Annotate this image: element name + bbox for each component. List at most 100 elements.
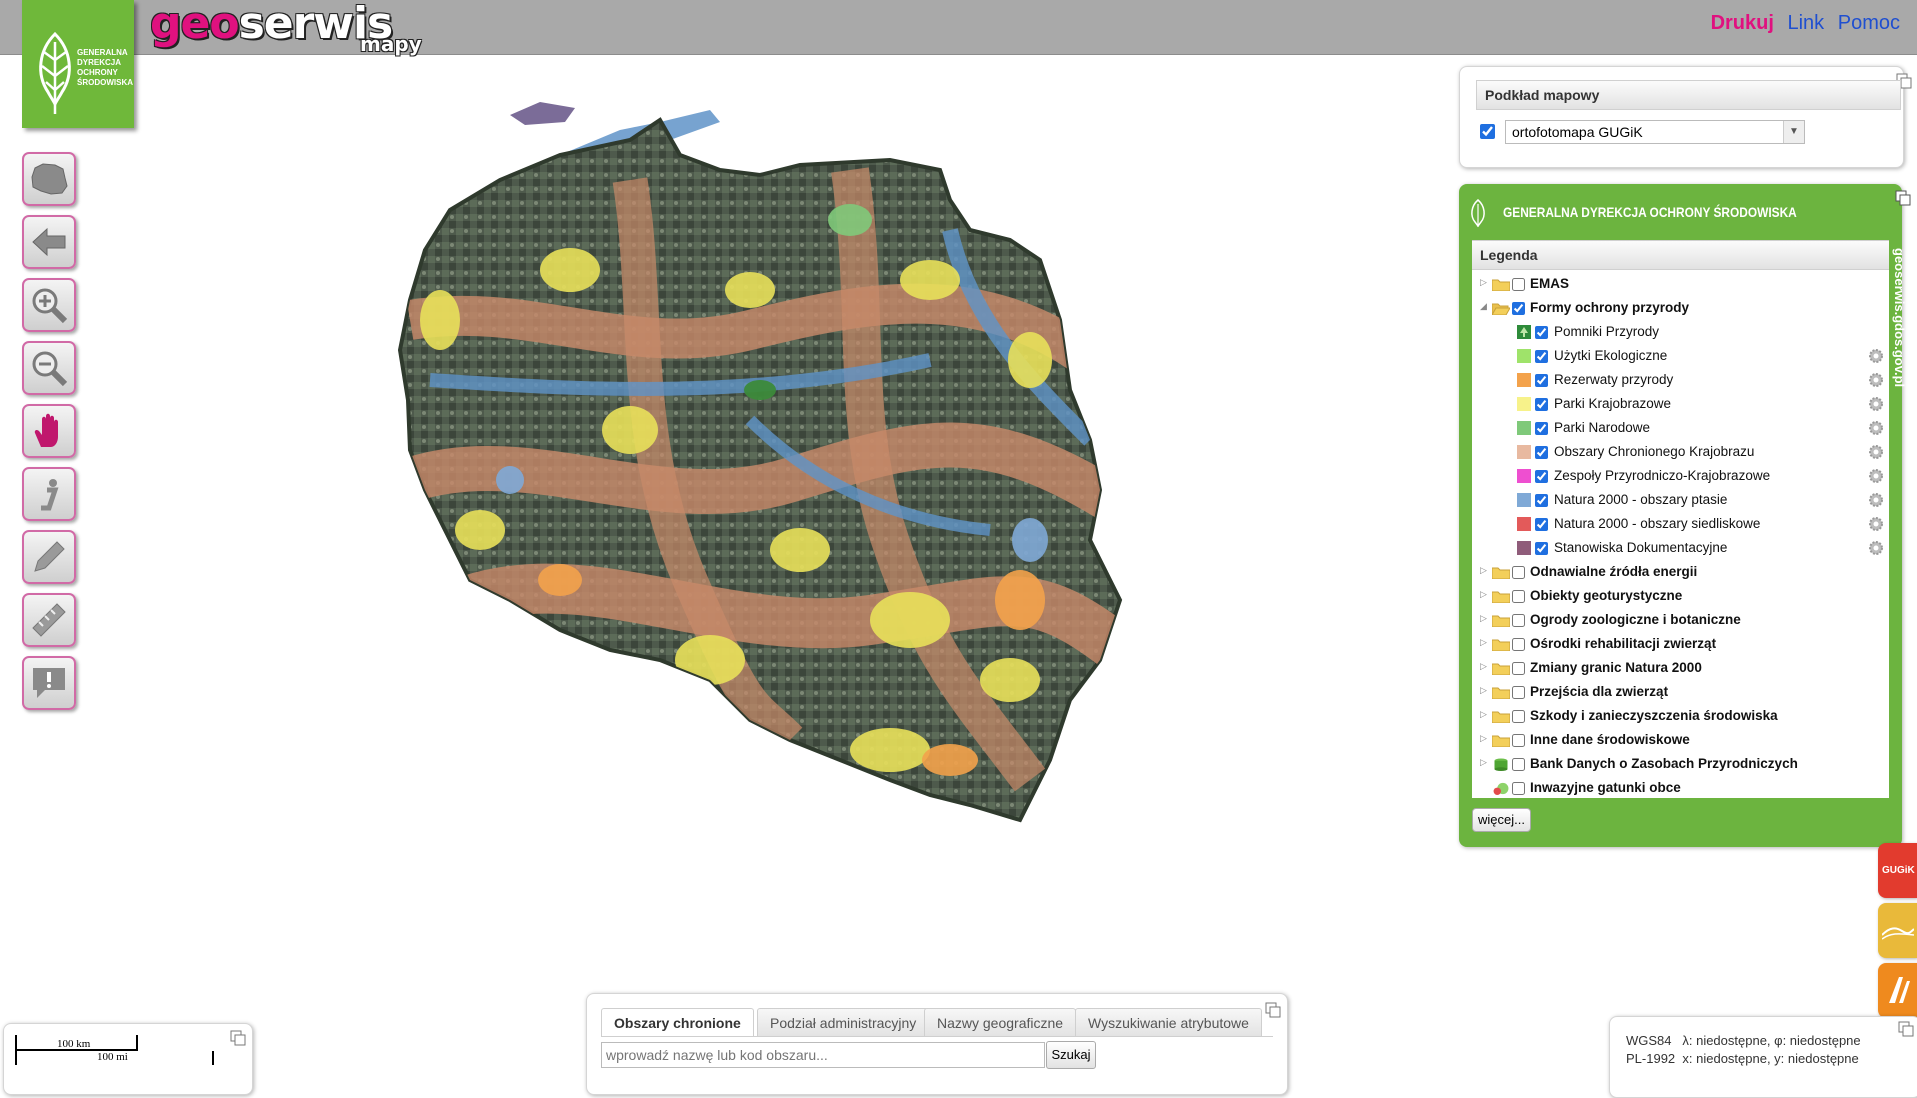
layer-checkbox[interactable] bbox=[1512, 638, 1525, 651]
coords-val-2: x: niedostępne, y: niedostępne bbox=[1682, 1051, 1859, 1066]
layer-checkbox[interactable] bbox=[1535, 374, 1548, 387]
tree-row-group[interactable]: ▷ Ogrody zoologiczne i botaniczne bbox=[1472, 608, 1889, 632]
tree-row-layer[interactable]: Zespoły Przyrodniczo-Krajobrazowe bbox=[1472, 464, 1889, 488]
help-link[interactable]: Pomoc bbox=[1838, 12, 1900, 34]
coords-line-wgs84: WGS84 λ: niedostępne, φ: niedostępne bbox=[1626, 1033, 1861, 1048]
layer-checkbox[interactable] bbox=[1535, 494, 1548, 507]
terrain-tab[interactable] bbox=[1878, 903, 1917, 958]
zoom-out-button[interactable] bbox=[22, 341, 76, 395]
layer-checkbox[interactable] bbox=[1535, 518, 1548, 531]
basemap-checkbox[interactable] bbox=[1480, 124, 1495, 139]
link-link[interactable]: Link bbox=[1787, 12, 1824, 34]
full-extent-button[interactable] bbox=[22, 152, 76, 206]
window-icon[interactable] bbox=[1265, 1002, 1281, 1018]
print-link[interactable]: Drukuj bbox=[1711, 12, 1774, 34]
tree-row-layer[interactable]: Rezerwaty przyrody bbox=[1472, 368, 1889, 392]
tree-row-group[interactable]: ▷ Obiekty geoturystyczne bbox=[1472, 584, 1889, 608]
tree-row-emas[interactable]: ▷ EMAS bbox=[1472, 272, 1889, 296]
gear-icon[interactable] bbox=[1868, 396, 1884, 412]
layer-checkbox[interactable] bbox=[1512, 278, 1525, 291]
tree-row-layer[interactable]: Obszary Chronionego Krajobrazu bbox=[1472, 440, 1889, 464]
expand-icon[interactable]: ▷ bbox=[1480, 613, 1488, 624]
more-button[interactable]: więcej... bbox=[1472, 808, 1531, 832]
layer-checkbox[interactable] bbox=[1512, 758, 1525, 771]
tree-row-group[interactable]: ▷ Odnawialne źródła energii bbox=[1472, 560, 1889, 584]
tab-wyszukiwanie-atrybutowe[interactable]: Wyszukiwanie atrybutowe bbox=[1075, 1008, 1262, 1036]
tab-obszary-chronione[interactable]: Obszary chronione bbox=[601, 1008, 754, 1036]
tree-row-group[interactable]: ▷ Inne dane środowiskowe bbox=[1472, 728, 1889, 752]
layer-checkbox[interactable] bbox=[1512, 566, 1525, 579]
folder-icon bbox=[1492, 279, 1510, 291]
search-button[interactable]: Szukaj bbox=[1046, 1041, 1096, 1069]
tree-row-layer[interactable]: Użytki Ekologiczne bbox=[1472, 344, 1889, 368]
roads-tab[interactable] bbox=[1878, 963, 1917, 1018]
layer-checkbox[interactable] bbox=[1535, 470, 1548, 483]
gear-icon[interactable] bbox=[1868, 348, 1884, 364]
search-input[interactable] bbox=[601, 1042, 1045, 1068]
expand-icon[interactable]: ▷ bbox=[1480, 733, 1488, 744]
gear-icon[interactable] bbox=[1868, 468, 1884, 484]
tab-nazwy-geograficzne[interactable]: Nazwy geograficzne bbox=[924, 1008, 1077, 1036]
zoom-in-button[interactable] bbox=[22, 278, 76, 332]
tree-row-group[interactable]: Inwazyjne gatunki obce bbox=[1472, 776, 1889, 800]
layer-checkbox[interactable] bbox=[1535, 542, 1548, 555]
gear-icon[interactable] bbox=[1868, 516, 1884, 532]
layer-checkbox[interactable] bbox=[1512, 782, 1525, 795]
window-icon[interactable] bbox=[1898, 1021, 1914, 1037]
layer-checkbox[interactable] bbox=[1512, 734, 1525, 747]
expand-icon[interactable]: ▷ bbox=[1480, 565, 1488, 576]
gear-icon[interactable] bbox=[1868, 420, 1884, 436]
tab-podzial-administracyjny[interactable]: Podział administracyjny bbox=[757, 1008, 930, 1036]
expand-icon[interactable]: ▷ bbox=[1480, 277, 1488, 288]
folder-icon bbox=[1492, 615, 1510, 627]
info-button[interactable] bbox=[22, 467, 76, 521]
layer-checkbox[interactable] bbox=[1535, 398, 1548, 411]
layer-checkbox[interactable] bbox=[1512, 614, 1525, 627]
expand-icon[interactable]: ▷ bbox=[1480, 661, 1488, 672]
layer-checkbox[interactable] bbox=[1535, 326, 1548, 339]
tree-row-group[interactable]: ▷ Bank Danych o Zasobach Przyrodniczych bbox=[1472, 752, 1889, 776]
tree-row-layer[interactable]: Natura 2000 - obszary siedliskowe bbox=[1472, 512, 1889, 536]
window-icon[interactable] bbox=[230, 1030, 246, 1046]
expand-icon[interactable]: ▷ bbox=[1480, 757, 1488, 768]
tree-row-group[interactable]: ▷ Ośrodki rehabilitacji zwierząt bbox=[1472, 632, 1889, 656]
tree-row-group[interactable]: ▷ Przejścia dla zwierząt bbox=[1472, 680, 1889, 704]
collapse-icon[interactable]: ◢ bbox=[1480, 301, 1488, 312]
measure-button[interactable] bbox=[22, 593, 76, 647]
expand-icon[interactable]: ▷ bbox=[1480, 709, 1488, 720]
tree-row-layer[interactable]: Natura 2000 - obszary ptasie bbox=[1472, 488, 1889, 512]
layer-checkbox[interactable] bbox=[1512, 710, 1525, 723]
gear-icon[interactable] bbox=[1868, 372, 1884, 388]
basemap-select[interactable]: ortofotomapa GUGiK ▼ bbox=[1505, 120, 1805, 144]
layer-checkbox[interactable] bbox=[1535, 422, 1548, 435]
layer-checkbox[interactable] bbox=[1512, 590, 1525, 603]
expand-icon[interactable]: ▷ bbox=[1480, 589, 1488, 600]
tree-row-group[interactable]: ▷ Szkody i zanieczyszczenia środowiska bbox=[1472, 704, 1889, 728]
map-canvas[interactable] bbox=[330, 60, 1260, 960]
scalebar-panel: 100 km 100 mi bbox=[3, 1023, 253, 1095]
layer-checkbox[interactable] bbox=[1512, 302, 1525, 315]
gear-icon[interactable] bbox=[1868, 444, 1884, 460]
layer-checkbox[interactable] bbox=[1535, 350, 1548, 363]
tree-row-layer[interactable]: Parki Krajobrazowe bbox=[1472, 392, 1889, 416]
expand-icon[interactable]: ▷ bbox=[1480, 685, 1488, 696]
layer-checkbox[interactable] bbox=[1512, 662, 1525, 675]
tree-row-group[interactable]: ▷ Zmiany granic Natura 2000 bbox=[1472, 656, 1889, 680]
back-button[interactable] bbox=[22, 215, 76, 269]
gear-icon[interactable] bbox=[1868, 492, 1884, 508]
gear-icon[interactable] bbox=[1868, 540, 1884, 556]
tree-row-layer[interactable]: Stanowiska Dokumentacyjne bbox=[1472, 536, 1889, 560]
gugik-tab[interactable]: GUGiK bbox=[1878, 843, 1917, 898]
window-icon[interactable] bbox=[1895, 190, 1911, 206]
tree-row-layer[interactable]: Pomniki Przyrody bbox=[1472, 320, 1889, 344]
tree-row-formy[interactable]: ◢ Formy ochrony przyrody bbox=[1472, 296, 1889, 320]
layer-checkbox[interactable] bbox=[1535, 446, 1548, 459]
expand-icon[interactable]: ▷ bbox=[1480, 637, 1488, 648]
tree-row-layer[interactable]: Parki Narodowe bbox=[1472, 416, 1889, 440]
hand-icon bbox=[34, 413, 58, 447]
draw-button[interactable] bbox=[22, 530, 76, 584]
gdos-logo[interactable]: GENERALNA DYREKCJA OCHRONY ŚRODOWISKA bbox=[22, 0, 134, 128]
pan-button[interactable] bbox=[22, 404, 76, 458]
layer-checkbox[interactable] bbox=[1512, 686, 1525, 699]
report-button[interactable] bbox=[22, 656, 76, 710]
